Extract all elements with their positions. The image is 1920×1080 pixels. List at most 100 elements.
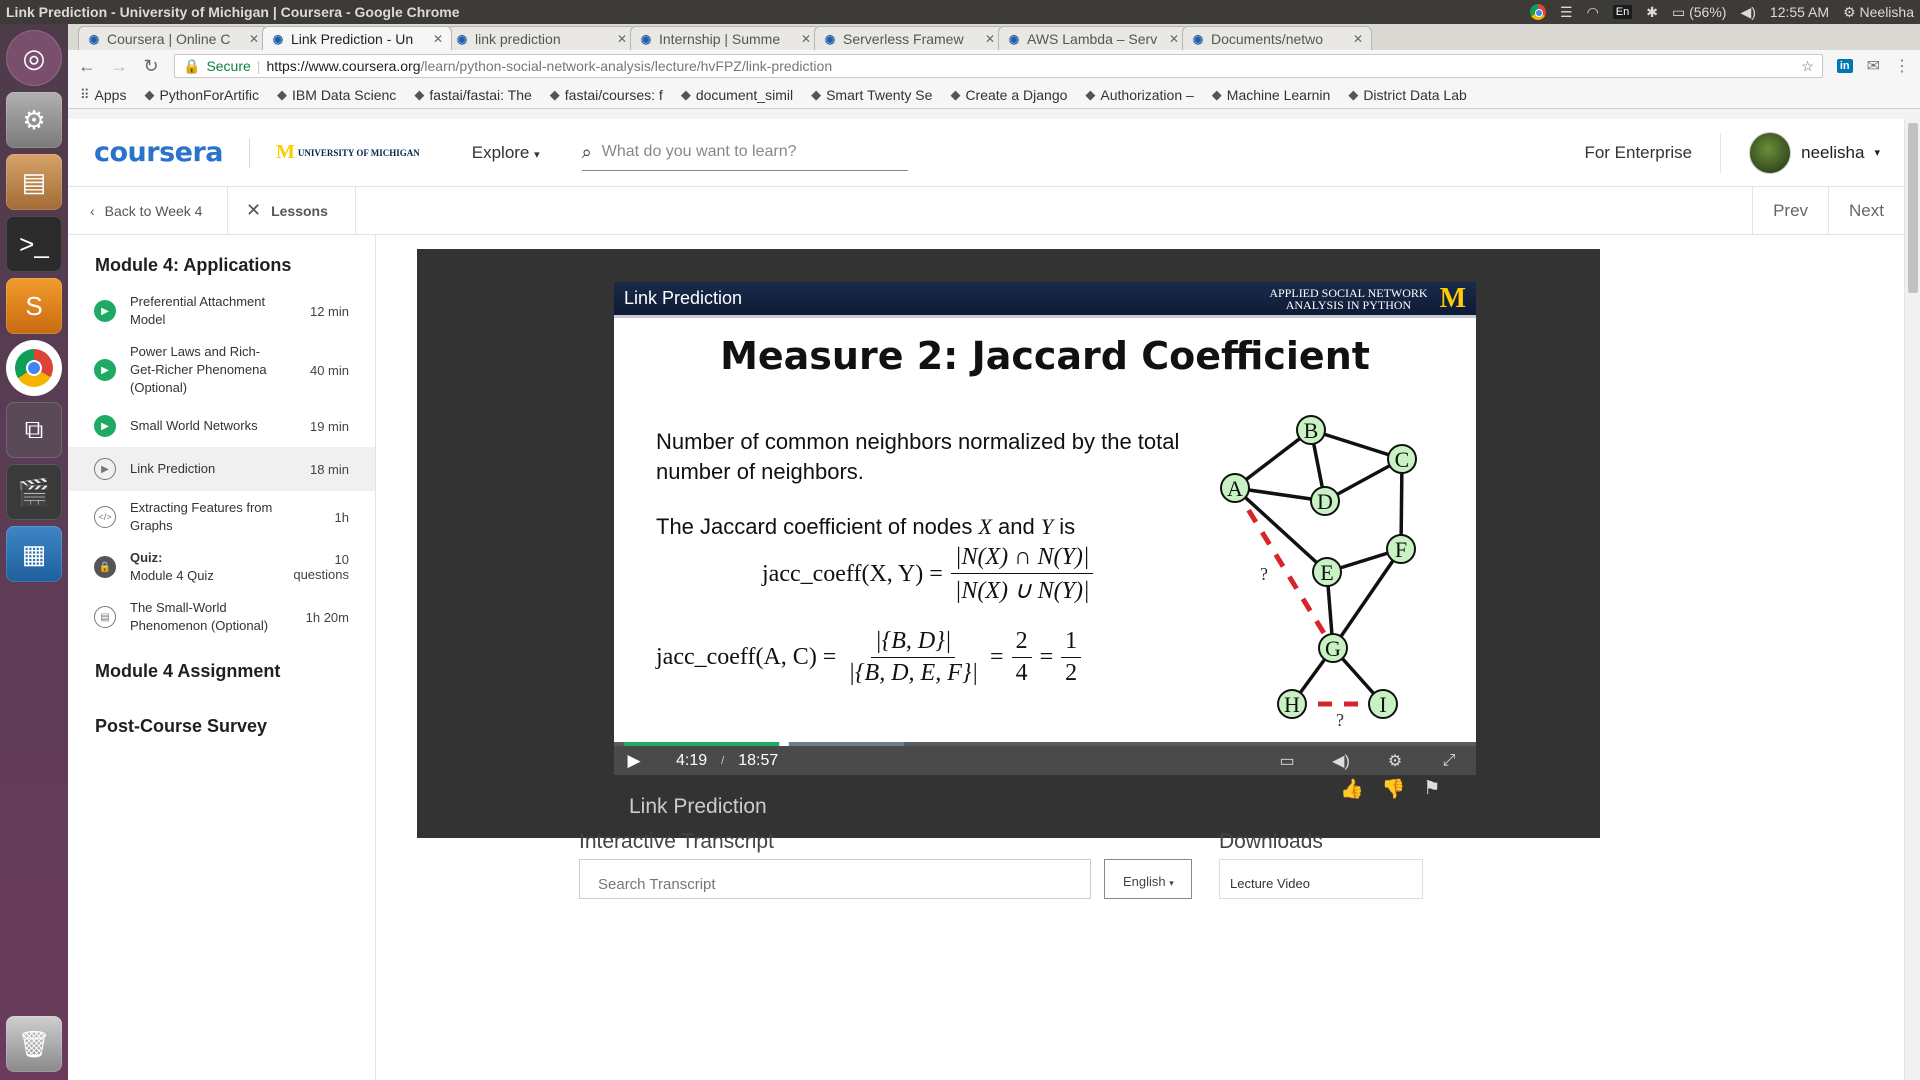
thumbs-up-icon[interactable]: 👍 (1340, 777, 1364, 801)
bookmark-item[interactable]: ◆ fastai/courses: f (550, 87, 663, 103)
sidebar-lesson-item[interactable]: ▶ Link Prediction 18 min (68, 447, 375, 491)
prev-button[interactable]: Prev (1752, 186, 1828, 235)
graph-node: F (1386, 534, 1416, 564)
browser-tab[interactable]: ◉ Documents/netwo ✕ (1182, 26, 1372, 50)
tab-title: Documents/netwo (1211, 30, 1324, 47)
fullscreen-icon[interactable]: ⤢ (1422, 752, 1476, 770)
browser-tab[interactable]: ◉ link prediction ✕ (446, 26, 636, 50)
files-icon[interactable]: ▤ (6, 154, 62, 210)
browser-tab[interactable]: ◉ AWS Lambda – Serv ✕ (998, 26, 1188, 50)
wifi-icon[interactable]: ◠ (1587, 4, 1599, 21)
sidebar-lesson-item[interactable]: ▶ Preferential Attachment Model 12 min (68, 285, 375, 335)
image-viewer-icon[interactable]: ▦ (6, 526, 62, 582)
bookmark-item[interactable]: ◆ IBM Data Scienc (277, 87, 396, 103)
scrollbar-thumb[interactable] (1908, 123, 1918, 293)
bookmark-favicon-icon: ◆ (811, 87, 822, 102)
graph-node-label: C (1395, 447, 1410, 472)
university-logo[interactable]: M UNIVERSITY OF MICHIGAN (276, 141, 420, 164)
bookmark-item[interactable]: ◆ document_simil (681, 87, 793, 103)
lesson-duration: 12 min (309, 303, 349, 319)
download-lecture-video[interactable]: Lecture Video (1230, 876, 1310, 891)
back-arrow-icon[interactable]: ← (78, 56, 96, 77)
lessons-toggle-button[interactable]: ✕ Lessons (228, 186, 356, 235)
bookmark-item[interactable]: ◆ fastai/fastai: The (414, 87, 531, 103)
tab-close-icon[interactable]: ✕ (1353, 32, 1363, 46)
sidebar-lesson-item[interactable]: ▤ The Small-World Phenomenon (Optional) 1h… (68, 591, 375, 641)
thumbs-down-icon[interactable]: 👎 (1382, 777, 1406, 801)
lesson-duration: 10 questions (293, 552, 349, 582)
trash-icon[interactable]: 🗑 (6, 1016, 62, 1072)
keyboard-layout[interactable]: En (1612, 5, 1633, 19)
address-bar[interactable]: 🔒 Secure | https://www.coursera.org/lear… (174, 54, 1823, 78)
flag-icon[interactable]: ⚑ (1423, 777, 1440, 801)
volume-icon[interactable]: ◀) (1314, 751, 1368, 771)
sublime-text-icon[interactable]: S (6, 278, 62, 334)
session-menu[interactable]: ⚙ Neelisha (1843, 4, 1914, 21)
search-icon: ⌕ (581, 141, 592, 162)
chrome-tray-icon[interactable] (1530, 4, 1546, 20)
browser-tab[interactable]: ◉ Internship | Summe ✕ (630, 26, 820, 50)
bookmark-item[interactable]: ◆ PythonForArtific (144, 87, 259, 103)
lecture-slide[interactable]: Link Prediction APPLIED SOCIAL NETWORK AN… (614, 282, 1476, 742)
forward-arrow-icon[interactable]: → (110, 56, 128, 77)
play-icon[interactable]: ▶ (614, 751, 654, 771)
tab-close-icon[interactable]: ✕ (617, 32, 627, 46)
bookmark-item[interactable]: ◆ District Data Lab (1348, 87, 1466, 103)
chrome-menu-icon[interactable]: ⋮ (1894, 56, 1910, 76)
completed-check-icon: ▶ (94, 415, 116, 437)
tab-close-icon[interactable]: ✕ (801, 32, 811, 46)
tab-close-icon[interactable]: ✕ (249, 32, 259, 46)
bookmark-item[interactable]: ◆ Machine Learnin (1212, 87, 1331, 103)
terminal-icon[interactable]: >_ (6, 216, 62, 272)
tab-close-icon[interactable]: ✕ (433, 32, 443, 46)
browser-tab[interactable]: ◉ Link Prediction - Un ✕ (262, 26, 452, 50)
search-input[interactable]: ⌕ What do you want to learn? (581, 135, 908, 171)
tab-close-icon[interactable]: ✕ (1169, 32, 1179, 46)
sidebar-lesson-item[interactable]: ▶ Small World Networks 19 min (68, 403, 375, 447)
reading-icon: ▤ (94, 606, 116, 628)
settings-gear-icon[interactable]: ⚙ (1368, 751, 1422, 771)
avatar (1749, 131, 1792, 174)
browser-tab[interactable]: ◉ Coursera | Online C ✕ (78, 26, 268, 50)
volume-icon[interactable]: ◀) (1740, 4, 1755, 21)
bookmark-item[interactable]: ⠿ Apps (80, 87, 126, 103)
next-button[interactable]: Next (1828, 186, 1904, 235)
user-menu[interactable]: neelisha ▾ (1749, 131, 1880, 174)
for-enterprise-link[interactable]: For Enterprise (1584, 143, 1692, 163)
page-scrollbar[interactable] (1904, 119, 1920, 1080)
workspace-switcher-icon[interactable]: ⧉ (6, 402, 62, 458)
bookmark-item[interactable]: ◆ Authorization – (1085, 87, 1193, 103)
graph-node: D (1310, 486, 1340, 516)
transcript-search-input[interactable]: Search Transcript (579, 859, 1091, 899)
explore-menu[interactable]: Explore ▾ (472, 143, 540, 163)
video-actions: 👍 👎 ⚑ (1340, 777, 1440, 801)
module-assignment-link[interactable]: Module 4 Assignment (68, 661, 375, 682)
coursera-logo[interactable]: coursera (94, 137, 224, 168)
back-to-week-button[interactable]: ‹ Back to Week 4 (68, 186, 228, 235)
video-editor-icon[interactable]: 🎬 (6, 464, 62, 520)
captions-icon[interactable]: ▭ (1260, 751, 1314, 771)
mail-extension-icon[interactable]: ✉ (1867, 56, 1880, 76)
bookmark-star-icon[interactable]: ☆ (1801, 58, 1814, 75)
bluetooth-icon[interactable]: ✱ (1646, 4, 1658, 21)
downloads-box[interactable]: Lecture Video (1219, 859, 1423, 899)
battery-indicator[interactable]: ▭ (56%) (1672, 4, 1726, 21)
bookmark-item[interactable]: ◆ Create a Django (950, 87, 1067, 103)
bookmark-item[interactable]: ◆ Smart Twenty Se (811, 87, 932, 103)
reload-icon[interactable]: ↻ (142, 56, 160, 77)
linkedin-extension-icon[interactable]: in (1836, 59, 1853, 73)
browser-tab[interactable]: ◉ Serverless Framew ✕ (814, 26, 1004, 50)
post-course-survey-link[interactable]: Post-Course Survey (68, 716, 375, 737)
sidebar-lesson-item[interactable]: ▶ Power Laws and Rich-Get-Richer Phenomen… (68, 335, 375, 403)
language-select[interactable]: English ▾ (1104, 859, 1192, 899)
system-settings-icon[interactable]: ⚙ (6, 92, 62, 148)
partner-m-logo: M (276, 141, 295, 163)
sidebar-lesson-item[interactable]: 🔒 Quiz: Module 4 Quiz 10 questions (68, 541, 375, 591)
dash-home-icon[interactable]: ◎ (6, 30, 62, 86)
menu-tray-icon[interactable]: ☰ (1560, 4, 1573, 21)
sidebar-lesson-item[interactable]: </> Extracting Features from Graphs 1h (68, 491, 375, 541)
tab-close-icon[interactable]: ✕ (985, 32, 995, 46)
lesson-duration: 1h 20m (305, 609, 349, 625)
clock[interactable]: 12:55 AM (1770, 4, 1829, 20)
chrome-icon[interactable] (6, 340, 62, 396)
